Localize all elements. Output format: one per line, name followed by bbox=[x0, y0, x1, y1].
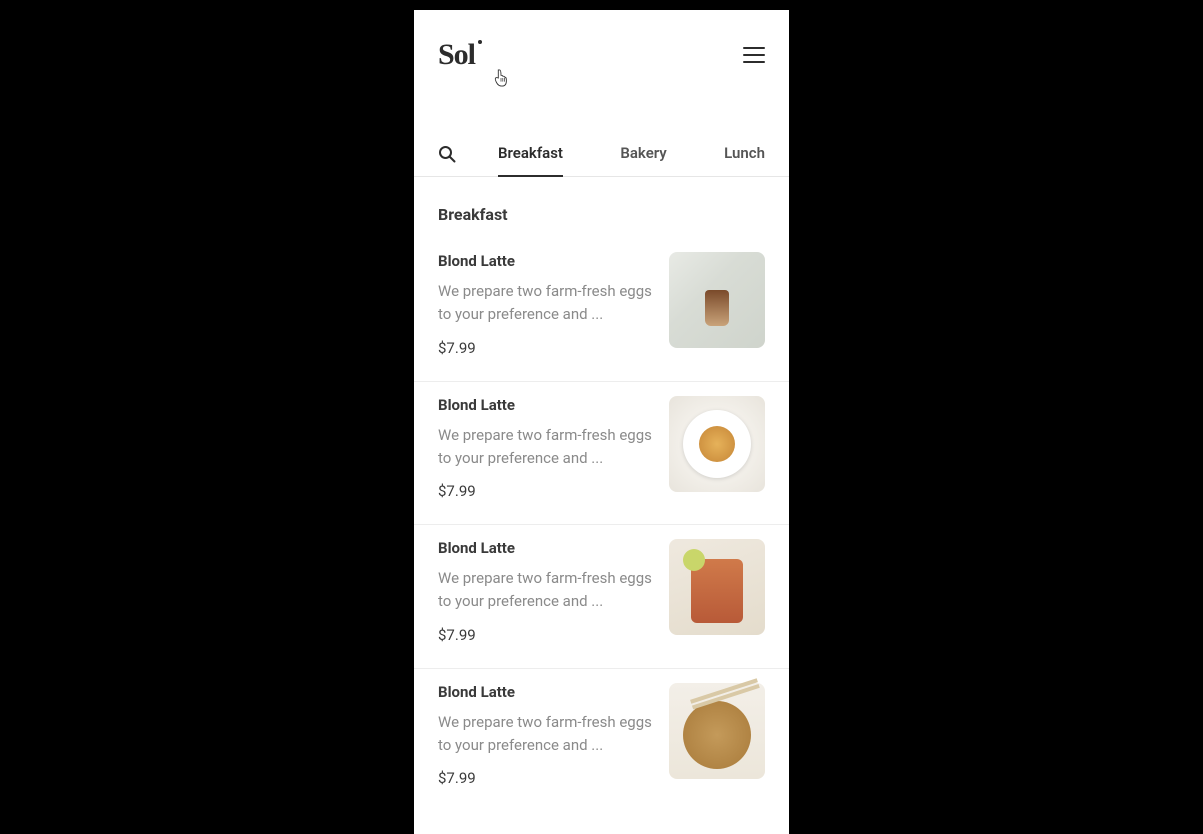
menu-item-desc: We prepare two farm-fresh eggs to your p… bbox=[438, 567, 653, 614]
tab-label: Bakery bbox=[620, 144, 666, 162]
menu-item-title: Blond Latte bbox=[438, 539, 653, 557]
header: Sol bbox=[414, 10, 789, 92]
menu-item-image bbox=[669, 539, 765, 635]
tab-label: Lunch bbox=[724, 144, 765, 162]
hamburger-line bbox=[743, 47, 765, 49]
search-button[interactable] bbox=[438, 145, 474, 163]
menu-item-image bbox=[669, 396, 765, 492]
search-icon bbox=[438, 145, 456, 163]
menu-item-price: $7.99 bbox=[438, 339, 653, 357]
menu-item-price: $7.99 bbox=[438, 626, 653, 644]
menu-item-desc: We prepare two farm-fresh eggs to your p… bbox=[438, 711, 653, 758]
menu-item-text: Blond Latte We prepare two farm-fresh eg… bbox=[438, 252, 653, 357]
menu-item-text: Blond Latte We prepare two farm-fresh eg… bbox=[438, 539, 653, 644]
menu-button[interactable] bbox=[743, 47, 765, 63]
brand-dot bbox=[478, 40, 482, 44]
app-frame: Sol Breakfast Bakery bbox=[414, 10, 789, 834]
menu-item-price: $7.99 bbox=[438, 769, 653, 787]
hamburger-line bbox=[743, 54, 765, 56]
menu-item-title: Blond Latte bbox=[438, 252, 653, 270]
menu-item-text: Blond Latte We prepare two farm-fresh eg… bbox=[438, 683, 653, 788]
brand-logo[interactable]: Sol bbox=[438, 38, 475, 72]
menu-item[interactable]: Blond Latte We prepare two farm-fresh eg… bbox=[414, 525, 789, 669]
menu-item-title: Blond Latte bbox=[438, 396, 653, 414]
menu-item-title: Blond Latte bbox=[438, 683, 653, 701]
tab-lunch[interactable]: Lunch bbox=[724, 132, 765, 176]
brand-text: Sol bbox=[438, 38, 475, 71]
menu-item-text: Blond Latte We prepare two farm-fresh eg… bbox=[438, 396, 653, 501]
section-title: Breakfast bbox=[414, 177, 789, 238]
tab-bakery[interactable]: Bakery bbox=[620, 132, 666, 176]
menu-list: Blond Latte We prepare two farm-fresh eg… bbox=[414, 238, 789, 811]
menu-item-price: $7.99 bbox=[438, 482, 653, 500]
menu-item[interactable]: Blond Latte We prepare two farm-fresh eg… bbox=[414, 382, 789, 526]
category-tabs: Breakfast Bakery Lunch bbox=[474, 132, 765, 176]
menu-item-image bbox=[669, 252, 765, 348]
menu-item-desc: We prepare two farm-fresh eggs to your p… bbox=[438, 280, 653, 327]
tab-breakfast[interactable]: Breakfast bbox=[498, 132, 563, 176]
tab-label: Breakfast bbox=[498, 144, 563, 162]
menu-item-desc: We prepare two farm-fresh eggs to your p… bbox=[438, 424, 653, 471]
menu-item[interactable]: Blond Latte We prepare two farm-fresh eg… bbox=[414, 238, 789, 382]
tabs-row: Breakfast Bakery Lunch bbox=[414, 132, 789, 177]
menu-item[interactable]: Blond Latte We prepare two farm-fresh eg… bbox=[414, 669, 789, 812]
menu-item-image bbox=[669, 683, 765, 779]
hamburger-line bbox=[743, 61, 765, 63]
